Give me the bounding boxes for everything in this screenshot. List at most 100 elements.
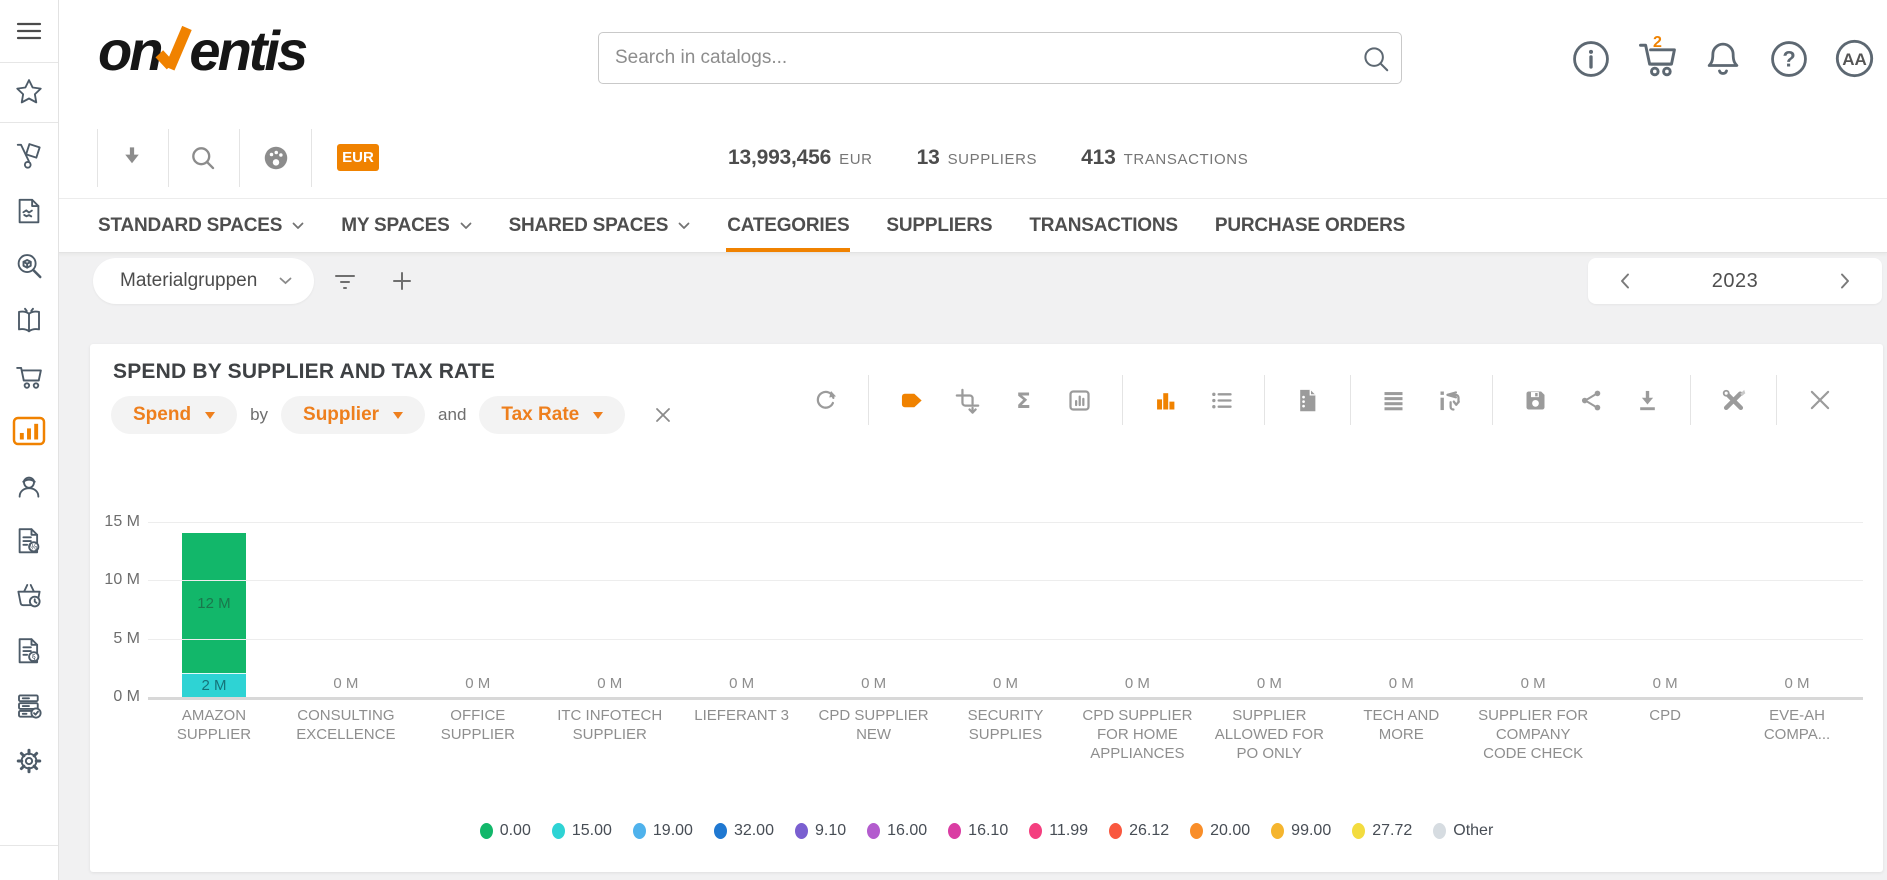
design-tools-icon[interactable] [1720,387,1747,414]
stat-value: 413 [1081,146,1115,170]
table-rows-icon[interactable] [1380,387,1407,414]
next-year-button[interactable] [1832,266,1858,296]
search-input[interactable] [599,33,1401,83]
sum-icon[interactable]: Σ [1010,387,1037,414]
stacked-bar[interactable]: 12 M 2 M [182,533,246,697]
help-icon[interactable]: ? [1766,36,1811,81]
tab-transactions[interactable]: TRANSACTIONS [1029,199,1178,252]
catalog-icon[interactable] [0,294,58,348]
onventis-logo[interactable]: on entis [98,16,305,86]
divider [868,375,869,425]
legend-label: 0.00 [500,822,531,840]
legend-item-27-72[interactable]: 27.72 [1352,822,1412,840]
y-tick-label: 5 M [90,630,140,648]
tab-purchase-orders[interactable]: PURCHASE ORDERS [1215,199,1405,252]
info-icon[interactable] [1568,36,1613,81]
plus-icon[interactable] [383,262,421,300]
legend-dot [795,823,808,839]
dimension-selector[interactable]: Materialgruppen [93,258,314,304]
tab-label: STANDARD SPACES [98,215,282,237]
dimension1-chip-label: Supplier [303,404,379,426]
star-icon[interactable] [0,63,58,121]
logo-text-suffix: entis [189,16,305,86]
legend-item-0-00[interactable]: 0.00 [480,822,531,840]
basket-time-icon[interactable] [0,569,58,623]
dimension1-chip[interactable]: Supplier [281,396,425,434]
search-icon[interactable] [1361,44,1391,74]
contract-icon[interactable] [0,184,58,238]
dimension-selector-label: Materialgruppen [120,270,257,292]
settings-icon[interactable] [0,734,58,788]
filter-icon[interactable] [326,262,364,300]
cart-icon[interactable]: 2 [1634,36,1679,81]
legend-item-20-00[interactable]: 20.00 [1190,822,1250,840]
avatar[interactable]: AA [1832,36,1877,81]
remove-dimension-icon[interactable] [654,406,672,424]
search-icon[interactable] [185,140,221,176]
stats-bar: EUR 13,993,456EUR13SUPPLIERS413TRANSACTI… [58,118,1887,199]
pivot-icon[interactable] [1436,387,1463,414]
legend-item-19-00[interactable]: 19.00 [633,822,693,840]
bar-chart-icon[interactable] [1152,387,1179,414]
y-tick-label: 0 M [90,688,140,706]
download-icon[interactable] [114,140,150,176]
bar-value-label: 12 M [197,595,230,612]
shopping-cart-icon[interactable] [0,349,58,403]
file-export-icon[interactable] [1294,387,1321,414]
server-check-icon[interactable] [0,679,58,733]
product-search-icon[interactable] [0,239,58,293]
previous-year-button[interactable] [1612,266,1638,296]
dimension2-chip[interactable]: Tax Rate [479,396,625,434]
save-icon[interactable] [1522,387,1549,414]
legend-item-11-99[interactable]: 11.99 [1029,822,1088,840]
close-icon[interactable] [1806,387,1833,414]
legend-item-15-00[interactable]: 15.00 [552,822,612,840]
nav-tabs: STANDARD SPACES MY SPACES SHARED SPACES CAT… [58,199,1887,253]
legend-item-26-12[interactable]: 26.12 [1109,822,1169,840]
palette-icon[interactable] [258,140,294,176]
tab-standard-spaces[interactable]: STANDARD SPACES [98,199,304,252]
legend-item-99-00[interactable]: 99.00 [1271,822,1331,840]
sidebar: % § [0,0,59,880]
share-icon[interactable] [1578,387,1605,414]
list-view-icon[interactable] [1208,387,1235,414]
refresh-icon[interactable] [812,387,839,414]
legend-item-9-10[interactable]: 9.10 [795,822,846,840]
bell-icon[interactable] [1700,36,1745,81]
category-label: CPD SUPPLIER NEW [808,706,940,763]
currency-badge[interactable]: EUR [337,144,379,171]
legend-dot [552,823,565,839]
tab-my-spaces[interactable]: MY SPACES [341,199,471,252]
chart-frame-icon[interactable] [1066,387,1093,414]
category-label: AMAZON SUPPLIER [148,706,280,763]
tab-suppliers[interactable]: SUPPLIERS [886,199,992,252]
year-pager: 2023 [1588,258,1882,304]
menu-icon[interactable] [0,0,58,62]
svg-text:§: § [32,652,36,662]
chart-toolbar: Σ [812,374,1833,426]
bar-slot: 0 M [1203,522,1335,697]
divider [1492,375,1493,425]
hand-truck-icon[interactable] [0,129,58,183]
invoice-percent-icon[interactable]: % [0,514,58,568]
top-header: on entis 2 ? AA [58,0,1887,119]
bar-segment-tax-15.00[interactable]: 2 M [182,673,246,697]
legend-item-16-10[interactable]: 16.10 [948,822,1008,840]
analytics-icon[interactable] [0,404,58,458]
tab-shared-spaces[interactable]: SHARED SPACES [509,199,691,252]
legend-item-32-00[interactable]: 32.00 [714,822,774,840]
legal-doc-icon[interactable]: § [0,624,58,678]
catalog-search [598,32,1402,84]
tag-icon[interactable] [898,387,925,414]
legend-item-16-00[interactable]: 16.00 [867,822,927,840]
tab-categories[interactable]: CATEGORIES [727,199,849,252]
crop-icon[interactable] [954,387,981,414]
measure-chip[interactable]: Spend [111,396,237,434]
legend-item-other[interactable]: Other [1433,822,1493,840]
bar-segment-tax-0.00[interactable]: 12 M [182,533,246,673]
legend-dot [1029,823,1042,839]
download-icon[interactable] [1634,387,1661,414]
legend-label: 16.00 [887,822,927,840]
dimension2-chip-label: Tax Rate [501,404,579,426]
supplier-icon[interactable] [0,459,58,513]
